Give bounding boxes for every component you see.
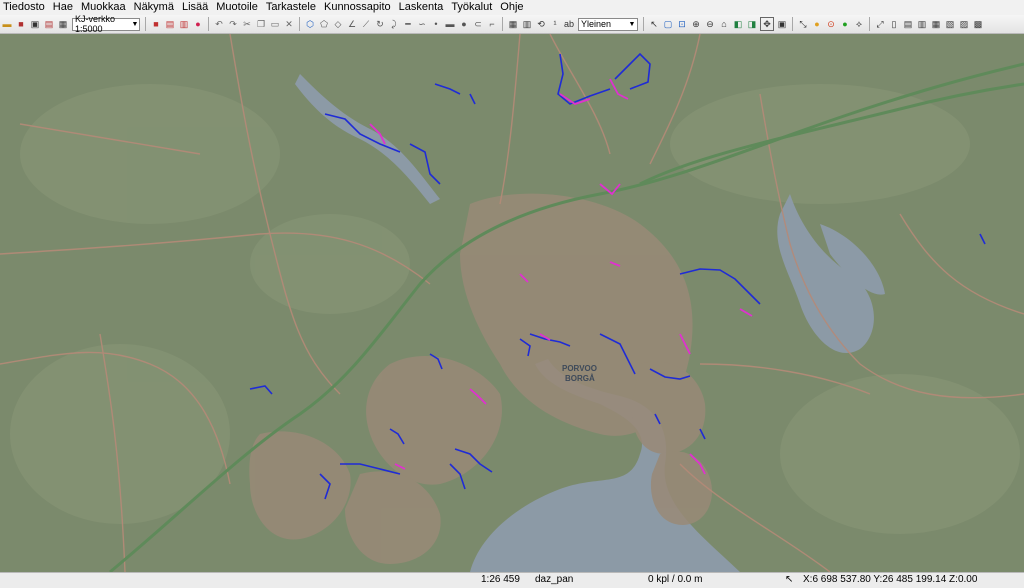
curve-icon[interactable]: ∽ [416, 18, 428, 30]
toolbar-separator [502, 17, 503, 31]
toolbar-separator [299, 17, 300, 31]
network-select-value: KJ-verkko 1:5000 [75, 15, 116, 34]
menu-muokkaa[interactable]: Muokkaa [77, 0, 130, 15]
vertex-icon[interactable]: ● [458, 18, 470, 30]
join-icon[interactable]: ━ [402, 18, 414, 30]
measure-icon[interactable]: ⊂ [472, 18, 484, 30]
toolbar: ▬ ■ ▣ ▤ ▦ KJ-verkko 1:5000 ▼ ■ ▤ ▥ ● ↶ ↷… [0, 15, 1024, 34]
toolbar-separator [869, 17, 870, 31]
tool-k-icon[interactable]: ▧ [944, 18, 956, 30]
tool-g-icon[interactable]: ▯ [888, 18, 900, 30]
tool-l-icon[interactable]: ▨ [958, 18, 970, 30]
undo-icon[interactable]: ↶ [213, 18, 225, 30]
redo-icon[interactable]: ↷ [227, 18, 239, 30]
edit-layer3-icon[interactable]: ▥ [178, 18, 190, 30]
place-label-fi: PORVOO [562, 364, 597, 373]
color-icon[interactable]: ● [192, 18, 204, 30]
toolbar-separator [792, 17, 793, 31]
menu-ohje[interactable]: Ohje [496, 0, 527, 15]
tool-c-icon[interactable]: ⊙ [825, 18, 837, 30]
status-selection: 0 kpl / 0.0 m [648, 574, 703, 585]
refresh-icon[interactable]: ⟲ [535, 18, 547, 30]
tool-j-icon[interactable]: ▦ [930, 18, 942, 30]
paste-icon[interactable]: ▭ [269, 18, 281, 30]
copy-icon[interactable]: ❐ [255, 18, 267, 30]
tool-e-icon[interactable]: ⟡ [853, 18, 865, 30]
tool-f-icon[interactable]: ⤢ [874, 18, 886, 30]
save-icon[interactable]: ■ [15, 18, 27, 30]
status-bar: 1:26 459 daz_pan 0 kpl / 0.0 m ↖ X:6 698… [0, 572, 1024, 588]
split-icon[interactable]: ⤸ [388, 18, 400, 30]
menu-hae[interactable]: Hae [49, 0, 77, 15]
tool-h-icon[interactable]: ▤ [902, 18, 914, 30]
zoom-extent-icon[interactable]: ⊡ [676, 18, 688, 30]
map-svg: PORVOO BORGÅ [0, 34, 1024, 572]
menu-tarkastele[interactable]: Tarkastele [262, 0, 320, 15]
segment-icon[interactable]: ▬ [444, 18, 456, 30]
tool-m-icon[interactable]: ▩ [972, 18, 984, 30]
symbol-select-value: Yleinen [581, 19, 612, 29]
status-coords: X:6 698 537.80 Y:26 485 199.14 Z:0.00 [803, 574, 978, 585]
menu-laskenta[interactable]: Laskenta [395, 0, 448, 15]
grid-icon[interactable]: ▦ [507, 18, 519, 30]
zoom-window-icon[interactable]: ▢ [662, 18, 674, 30]
network-select[interactable]: KJ-verkko 1:5000 ▼ [72, 15, 140, 34]
symbol-select[interactable]: Yleinen ▼ [578, 17, 638, 31]
status-tool: daz_pan [535, 574, 574, 585]
zoom-out-icon[interactable]: ⊖ [704, 18, 716, 30]
menu-nakyma[interactable]: Näkymä [130, 0, 178, 15]
menu-bar: Tiedosto Hae Muokkaa Näkymä Lisää Muotoi… [0, 0, 1024, 16]
select-icon[interactable]: ⬡ [304, 18, 316, 30]
edit-line-icon[interactable]: ⟋ [360, 18, 372, 30]
open-folder-icon[interactable]: ▬ [1, 18, 13, 30]
edit-layer-icon[interactable]: ■ [150, 18, 162, 30]
select-area-icon[interactable]: ⬠ [318, 18, 330, 30]
rotate-icon[interactable]: ↻ [374, 18, 386, 30]
toolbar-separator [145, 17, 146, 31]
menu-tiedosto[interactable]: Tiedosto [0, 0, 49, 15]
trace-icon[interactable]: ⌐ [486, 18, 498, 30]
pan-icon[interactable]: ✥ [760, 17, 774, 31]
tool-b-icon[interactable]: ● [811, 18, 823, 30]
toolbar-separator [643, 17, 644, 31]
menu-tyokalut[interactable]: Työkalut [447, 0, 496, 15]
menu-lisaa[interactable]: Lisää [178, 0, 212, 15]
tool-i-icon[interactable]: ▥ [916, 18, 928, 30]
draw-polygon-icon[interactable]: ◇ [332, 18, 344, 30]
chevron-down-icon: ▼ [628, 20, 636, 28]
table-icon[interactable]: ▥ [521, 18, 533, 30]
next-view-icon[interactable]: ◨ [746, 18, 758, 30]
map-canvas[interactable]: PORVOO BORGÅ [0, 34, 1024, 572]
zoom-in-icon[interactable]: ⊕ [690, 18, 702, 30]
tool-a-icon[interactable]: ⤡ [797, 18, 809, 30]
chevron-down-icon: ▼ [131, 20, 139, 28]
draw-line-icon[interactable]: ∠ [346, 18, 358, 30]
edit-layer2-icon[interactable]: ▤ [164, 18, 176, 30]
layer-icon[interactable]: ▦ [57, 18, 69, 30]
toolbar-separator [208, 17, 209, 31]
home-icon[interactable]: ⌂ [718, 18, 730, 30]
print-preview-icon[interactable]: ▤ [43, 18, 55, 30]
place-label-sv: BORGÅ [565, 374, 595, 383]
print-icon[interactable]: ▣ [29, 18, 41, 30]
redraw-icon[interactable]: ▣ [776, 18, 788, 30]
cursor-icon: ↖ [785, 574, 794, 585]
delete-icon[interactable]: ✕ [283, 18, 295, 30]
text-icon[interactable]: ab [563, 18, 575, 30]
previous-view-icon[interactable]: ◧ [732, 18, 744, 30]
cut-icon[interactable]: ✂ [241, 18, 253, 30]
pointer-icon[interactable]: ↖ [648, 18, 660, 30]
menu-kunnossapito[interactable]: Kunnossapito [320, 0, 395, 15]
status-scale: 1:26 459 [481, 574, 520, 585]
menu-muotoile[interactable]: Muotoile [212, 0, 262, 15]
node-icon[interactable]: • [430, 18, 442, 30]
scale-icon[interactable]: ¹ [549, 18, 561, 30]
tool-d-icon[interactable]: ● [839, 18, 851, 30]
